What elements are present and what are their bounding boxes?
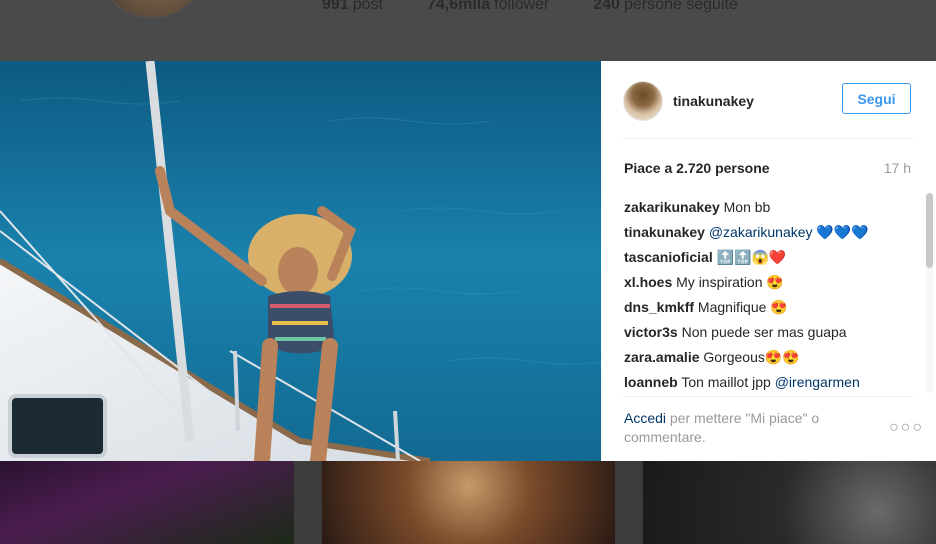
comment-item: tascanioficial 🔝🔝😱❤️ [624,245,924,270]
comment-username[interactable]: victor3s [624,324,678,340]
login-link[interactable]: Accedi [624,410,666,426]
post-timestamp[interactable]: 17 h [884,160,911,176]
comment-text: My inspiration [676,274,763,290]
comment-item: dns_kmkff Magnifique 😍 [624,295,924,320]
comments-list: zakarikunakey Mon bb tinakunakey @zakari… [624,195,924,391]
comment-mention[interactable]: @zakarikunakey [709,224,813,240]
comment-item: zakarikunakey Mon bb [624,195,924,220]
grid-thumbnail[interactable] [322,461,615,544]
comment-username[interactable]: tascanioficial [624,249,713,265]
comment-item: victor3s Non puede ser mas guapa [624,320,924,345]
comment-text: Ton maillot jpp [681,374,771,390]
profile-avatar [95,0,209,18]
follow-button[interactable]: Segui [842,83,911,114]
comment-emoji: 😍 [766,274,784,290]
comment-mention[interactable]: @irengarmen [775,374,860,390]
post-header: tinakunakey Segui [623,81,913,121]
comment-item: tinakunakey @zakarikunakey 💙💙💙 [624,220,924,245]
comment-text: Non puede ser mas guapa [681,324,847,340]
post-username[interactable]: tinakunakey [673,93,754,109]
post-modal: tinakunakey Segui Piace a 2.720 persone … [0,61,936,461]
login-prompt: Accedi per mettere "Mi piace" o commenta… [624,409,864,447]
profile-post-grid [0,461,936,544]
comment-username[interactable]: dns_kmkff [624,299,694,315]
comment-username[interactable]: tinakunakey [624,224,705,240]
comment-item: xl.hoes My inspiration 😍 [624,270,924,295]
post-photo[interactable] [0,61,601,461]
comment-username[interactable]: xl.hoes [624,274,672,290]
comment-item: zara.amalie Gorgeous😍😍 [624,345,924,370]
comment-emoji: 💙💙💙 [816,224,869,240]
comment-text: Gorgeous [703,349,765,365]
comment-text: Magnifique [697,299,767,315]
header-divider [623,138,913,139]
more-options-icon[interactable]: ○○○ [889,419,924,437]
stat-followers: 74,6mila follower [426,0,550,13]
user-avatar[interactable] [623,81,663,121]
comments-scrollbar[interactable] [926,193,933,393]
comment-text: Mon bb [723,199,771,215]
comment-username[interactable]: loanneb [624,374,678,390]
grid-thumbnail[interactable] [0,461,294,544]
post-photo-illustration [0,61,601,461]
profile-stats: 991 post 74,6mila follower 240 persone segu… [322,0,738,14]
likes-count[interactable]: Piace a 2.720 persone [624,160,770,176]
post-sidebar: tinakunakey Segui Piace a 2.720 persone … [601,61,936,461]
scrollbar-thumb[interactable] [926,193,933,268]
profile-header-backdrop: 991 post 74,6mila follower 240 persone segu… [0,0,936,62]
comment-username[interactable]: zara.amalie [624,349,700,365]
footer-divider [623,396,913,397]
comment-emoji: 🔝🔝😱❤️ [716,249,787,265]
stat-following: 240 persone seguite [593,0,738,13]
comment-username[interactable]: zakarikunakey [624,199,720,215]
comment-emoji: 😍😍 [764,349,800,365]
grid-thumbnail[interactable] [643,461,936,544]
comment-emoji: 😍 [770,299,788,315]
stat-posts: 991 post [322,0,383,13]
comment-item: loanneb Ton maillot jpp @irengarmen [624,370,924,391]
